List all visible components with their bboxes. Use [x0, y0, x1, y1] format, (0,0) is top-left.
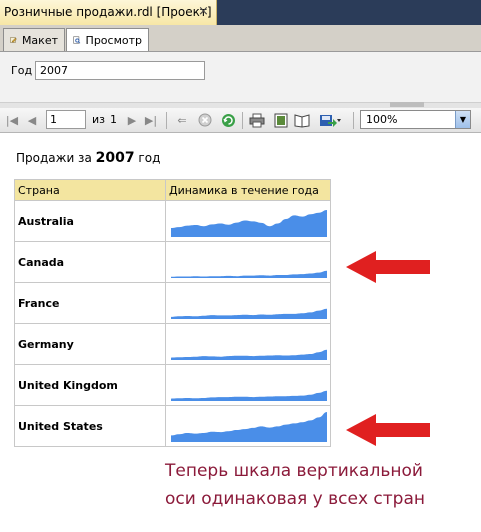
tab-preview-label: Просмотр: [85, 33, 142, 47]
tab-layout-label: Макет: [21, 33, 58, 47]
layout-icon: [10, 37, 17, 43]
next-page-icon[interactable]: ▶: [124, 112, 140, 128]
sparkline-chart: [171, 210, 327, 237]
sparkline-cell: [165, 405, 331, 447]
sparkline-area: [171, 210, 327, 237]
print-layout-icon[interactable]: [273, 112, 289, 128]
year-param-input[interactable]: [35, 61, 205, 80]
report-title: Продажи за 2007 год: [16, 150, 160, 166]
table-row: United Kingdom: [14, 364, 331, 406]
title-suffix: год: [138, 151, 161, 165]
page-number-input[interactable]: [46, 110, 86, 129]
country-cell: Canada: [14, 241, 166, 283]
annotation-note: Теперь шкала вертикальной оси одинаковая…: [165, 457, 425, 513]
report-toolbar: |◀ ◀ из 1 ▶ ▶| ⇐ 100% ▼: [0, 108, 481, 133]
chevron-down-icon[interactable]: ▼: [455, 111, 470, 128]
sparkline-cell: [165, 323, 331, 365]
table-header-row: Страна Динамика в течение года: [14, 179, 331, 201]
sparkline-area: [171, 308, 327, 319]
zoom-value: 100%: [366, 113, 398, 126]
export-icon[interactable]: [318, 112, 342, 128]
sparkline-area: [171, 349, 327, 360]
title-year: 2007: [95, 150, 135, 166]
sparkline-chart: [171, 270, 327, 278]
document-tab[interactable]: Розничные продажи.rdl [Проект] ×: [0, 0, 217, 25]
sparkline-chart: [171, 308, 327, 319]
stop-icon[interactable]: [197, 112, 213, 128]
toolbar-separator: [166, 112, 167, 129]
sparkline-chart: [171, 349, 327, 360]
country-cell: United States: [14, 405, 166, 447]
table-row: Germany: [14, 323, 331, 365]
refresh-icon[interactable]: [220, 112, 236, 128]
page-setup-icon[interactable]: [294, 112, 310, 128]
title-prefix: Продажи за: [16, 151, 92, 165]
sparkline-area: [171, 270, 327, 278]
annotation-line-2: оси одинаковая у всех стран: [165, 489, 425, 509]
red-arrow-icon: [346, 251, 430, 283]
document-title: Розничные продажи.rdl [Проект]: [4, 5, 212, 19]
first-page-icon[interactable]: |◀: [4, 112, 20, 128]
sparkline-chart: [171, 390, 327, 401]
sparkline-area: [171, 412, 327, 442]
previous-page-icon[interactable]: ◀: [24, 112, 40, 128]
year-param-label: Год: [11, 64, 33, 77]
column-header-country: Страна: [14, 179, 166, 201]
title-bar: Розничные продажи.rdl [Проект] ×: [0, 0, 481, 25]
sparkline-cell: [165, 364, 331, 406]
total-pages: 1: [110, 113, 117, 126]
close-icon[interactable]: ×: [198, 4, 209, 19]
sparkline-cell: [165, 241, 331, 283]
table-row: United States: [14, 405, 331, 447]
country-cell: France: [14, 282, 166, 324]
print-icon[interactable]: [249, 112, 265, 128]
table-row: France: [14, 282, 331, 324]
tab-layout[interactable]: Макет: [3, 28, 65, 51]
column-header-trend: Динамика в течение года: [165, 179, 331, 201]
parameters-panel: Год: [0, 52, 481, 102]
of-label: из: [92, 113, 105, 126]
country-cell: Australia: [14, 200, 166, 242]
country-cell: Germany: [14, 323, 166, 365]
country-cell: United Kingdom: [14, 364, 166, 406]
sparkline-chart: [171, 412, 327, 442]
annotation-line-1: Теперь шкала вертикальной: [165, 461, 423, 481]
tab-preview[interactable]: Просмотр: [66, 28, 149, 51]
last-page-icon[interactable]: ▶|: [143, 112, 159, 128]
red-arrow-icon: [346, 414, 430, 446]
preview-icon: [73, 36, 81, 44]
zoom-select[interactable]: 100% ▼: [360, 110, 471, 129]
toolbar-separator: [242, 112, 243, 129]
sales-table: Страна Динамика в течение года Australia…: [14, 179, 331, 447]
table-row: Australia: [14, 200, 331, 242]
view-tabstrip: Макет Просмотр: [0, 25, 481, 52]
sparkline-cell: [165, 282, 331, 324]
collapse-grip-icon[interactable]: [390, 102, 424, 107]
toolbar-separator: [353, 112, 354, 129]
back-icon[interactable]: ⇐: [174, 112, 190, 128]
sparkline-cell: [165, 200, 331, 242]
table-row: Canada: [14, 241, 331, 283]
sparkline-area: [171, 390, 327, 401]
